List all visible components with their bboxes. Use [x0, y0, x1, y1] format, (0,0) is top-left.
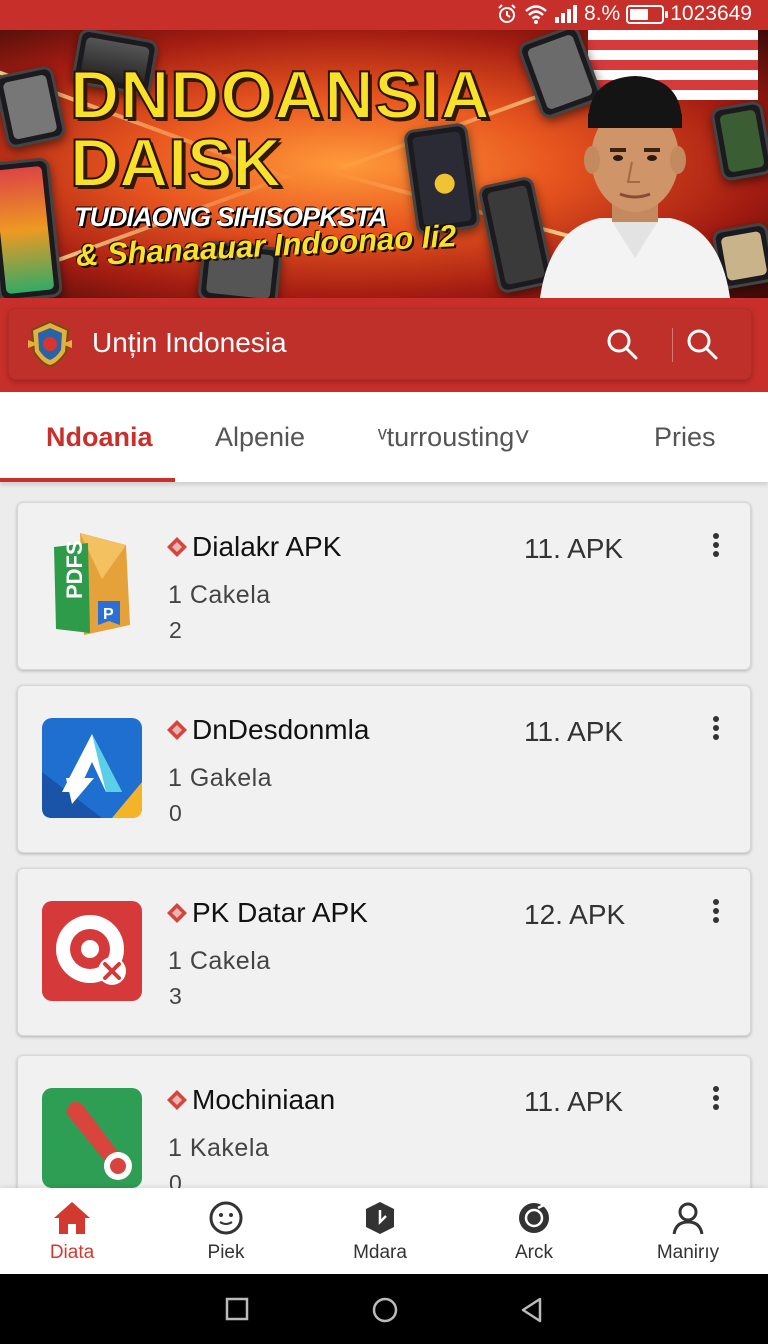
nav-item-diata[interactable]: Diata: [12, 1200, 132, 1264]
app-bar-panel: Unțin Indonesia: [8, 308, 752, 380]
box-icon: [366, 1202, 394, 1234]
search-icon: [607, 329, 638, 360]
app-list[interactable]: PDFS P Dialakr APK 11. APK 1 Cakela 2 Dn…: [0, 482, 768, 1188]
app-count: 0: [169, 1170, 182, 1188]
back-icon[interactable]: [520, 1297, 544, 1323]
tab-alpenie[interactable]: Alpenie: [215, 422, 305, 453]
recents-icon[interactable]: [225, 1297, 249, 1321]
banner-headline-2: DAISK: [69, 125, 283, 201]
app-version: 12. APK: [524, 899, 626, 930]
app-title: PK Datar APK: [192, 897, 368, 928]
more-options-icon[interactable]: [710, 716, 722, 744]
app-card[interactable]: PK Datar APK 12. APK 1 Cakela 3: [17, 868, 751, 1036]
svg-text:P: P: [103, 606, 114, 623]
more-options-icon[interactable]: [710, 1086, 722, 1114]
app-title: Mochiniaan: [192, 1084, 336, 1115]
app-version: 11. APK: [524, 1086, 624, 1117]
banner-headline-1: DNDOANSIA: [69, 57, 491, 133]
diamond-tag-icon: [167, 903, 187, 923]
alarm-icon: [496, 3, 518, 25]
search-button[interactable]: [598, 320, 646, 368]
app-subtitle: 1 Cakela: [168, 947, 271, 975]
nav-label: Manirıy: [656, 1242, 720, 1263]
more-options-icon[interactable]: [710, 899, 722, 927]
app-card[interactable]: DnDesdonmla 11. APK 1 Gakela 0: [17, 685, 751, 853]
search-icon: [687, 329, 718, 360]
app-subtitle: 1 Cakela: [168, 581, 271, 609]
person-photo: [540, 76, 730, 298]
app-title: DnDesdonmla: [192, 714, 370, 745]
pdf-document-icon: PDFS P: [54, 533, 130, 635]
nav-label: Mdara: [353, 1242, 407, 1263]
app-card[interactable]: Mochiniaan 11. APK 1 Kakela 0: [17, 1055, 751, 1188]
disc-icon: [519, 1202, 549, 1233]
more-options-icon[interactable]: [710, 533, 722, 561]
arrow-a-icon: [42, 718, 142, 818]
bottom-navigation: Diata Piek Mdara Arck Manirıy: [0, 1188, 768, 1274]
target-icon: [42, 901, 142, 1001]
tab-ndoania[interactable]: Ndoania: [46, 422, 153, 453]
app-title: Unțin Indonesia: [92, 327, 287, 358]
toolbar-divider: [672, 328, 673, 362]
nav-item-piek[interactable]: Piek: [166, 1200, 286, 1264]
search-button-secondary[interactable]: [678, 320, 726, 368]
phone-image: [0, 64, 68, 150]
status-time: 1023649: [670, 2, 752, 25]
nav-item-arck[interactable]: Arck: [474, 1200, 594, 1264]
diamond-tag-icon: [167, 1090, 187, 1110]
app-count: 0: [169, 800, 182, 826]
nav-label: Piek: [207, 1242, 245, 1263]
app-count: 2: [169, 617, 182, 643]
nav-label: Arck: [515, 1242, 553, 1263]
app-subtitle: 1 Gakela: [168, 764, 273, 792]
app-bar: Unțin Indonesia: [0, 298, 768, 392]
category-tabs: Ndoania Alpenie ᵛturrousting˅ Pries: [0, 392, 768, 482]
diamond-tag-icon: [167, 537, 187, 557]
battery-icon: [626, 4, 669, 24]
diamond-tag-icon: [167, 720, 187, 740]
tab-pries[interactable]: Pries: [654, 422, 716, 453]
home-button-icon[interactable]: [372, 1297, 398, 1323]
nav-item-manirıy[interactable]: Manirıy: [628, 1200, 748, 1264]
app-version: 11. APK: [524, 533, 624, 564]
app-subtitle: 1 Kakela: [168, 1134, 270, 1162]
pin-icon: [42, 1088, 142, 1188]
phone-image: [0, 157, 64, 298]
tab-turrousting[interactable]: ᵛturrousting˅: [378, 422, 530, 453]
app-count: 3: [169, 983, 182, 1009]
status-bar: 8.% 1023649: [0, 0, 768, 30]
battery-percent: 8.%: [584, 2, 621, 25]
svg-text:PDFS: PDFS: [62, 540, 87, 599]
profile-icon: [672, 1202, 704, 1235]
wifi-icon: [524, 4, 548, 24]
app-title: Dialakr APK: [192, 531, 342, 562]
signal-icon: [554, 5, 578, 23]
nav-label: Diata: [49, 1242, 95, 1263]
nav-item-mdara[interactable]: Mdara: [320, 1200, 440, 1264]
app-version: 11. APK: [524, 716, 624, 747]
app-card[interactable]: PDFS P Dialakr APK 11. APK 1 Cakela 2: [17, 502, 751, 670]
home-icon: [54, 1202, 90, 1234]
smile-icon: [209, 1201, 243, 1235]
system-navigation-bar: [0, 1274, 768, 1344]
emblem-logo: [28, 320, 72, 368]
promo-banner[interactable]: DNDOANSIA DAISK TUDIAONG SIHISOPKSTA & S…: [0, 30, 768, 298]
